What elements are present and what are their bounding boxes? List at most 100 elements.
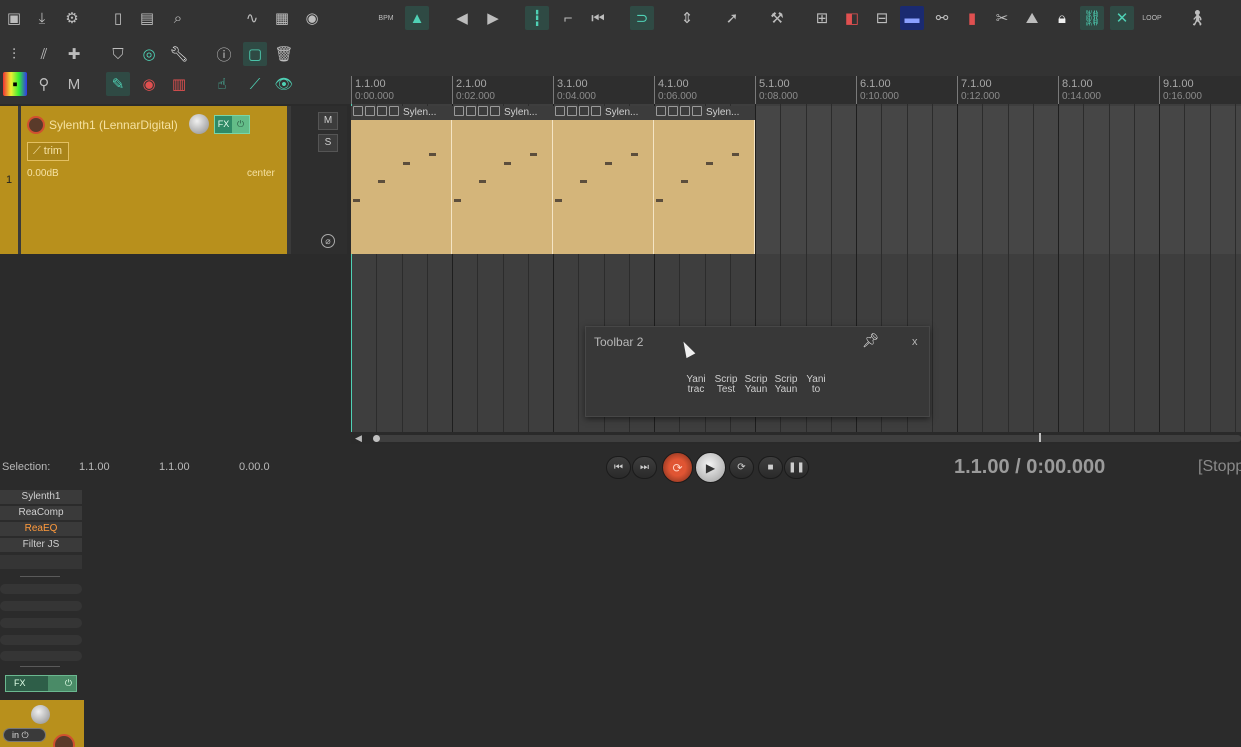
save-project-icon[interactable]: ▣ [2,6,26,30]
item-button-icon[interactable] [567,106,577,116]
item-button-icon[interactable] [353,106,363,116]
automation-icon[interactable]: ⫽ [32,42,56,66]
toolbar-2-window[interactable]: Toolbar 2 📌︎ x Yani trac Scrip Test Scrip Y… [585,326,930,417]
send-slot[interactable] [0,601,82,611]
link-icon[interactable]: ⚯ [930,6,954,30]
fx-slot-reacomp[interactable]: ReaComp [0,506,82,520]
item-button-icon[interactable] [591,106,601,116]
midi-item[interactable]: Sylen... [553,106,654,254]
fx-slot-empty[interactable] [0,555,82,569]
toolbar-2-button[interactable]: Scrip Test [713,375,739,395]
loop-icon[interactable]: ⊃ [630,6,654,30]
pan-knob[interactable] [31,705,50,724]
grid-icon[interactable]: ┇ [525,6,549,30]
selection-end[interactable]: 1.1.00 [159,461,190,473]
input-button[interactable]: in ⏻ [3,728,46,742]
item-button-icon[interactable] [377,106,387,116]
selection-length[interactable]: 0.00.0 [239,461,270,473]
add-icon[interactable]: ✚ [62,42,86,66]
send-slot[interactable] [0,618,82,628]
repeat-button[interactable]: ⟳ [729,456,754,479]
solo-button[interactable]: S [318,134,338,152]
guitar-pick-icon[interactable]: ⛉ [106,42,130,66]
routing-icon[interactable]: ⊟ [870,6,894,30]
toolbar-2-button[interactable]: Scrip Yaun [773,375,799,395]
stop-button[interactable]: ■ [758,456,783,479]
vertical-zoom-icon[interactable]: ⇕ [675,6,699,30]
magnifier-icon[interactable]: ⚲ [32,72,56,96]
project-settings-icon[interactable]: ⚙ [60,6,84,30]
automation-mode-button[interactable]: ⟋ trim [27,142,69,161]
swing-icon[interactable]: ⏮ [586,6,610,30]
bpm-icon[interactable]: BPM [374,6,398,30]
toolbar-2-button[interactable]: Yani to [803,375,829,395]
item-button-icon[interactable] [668,106,678,116]
horizontal-scrollbar[interactable]: ◀ [351,432,1241,444]
loop-points-icon[interactable]: LOOP [1140,6,1164,30]
toolbar-2-button[interactable]: Yani trac [683,375,709,395]
item-button-icon[interactable] [454,106,464,116]
meters-icon[interactable]: ▥ [167,72,191,96]
scroll-thumb[interactable] [373,435,1241,442]
chain-link-icon[interactable]: ⛓ [1080,6,1104,30]
trash-icon[interactable]: 🗑︎ [272,42,296,66]
track-1[interactable]: 1 Sylenth1 (LennarDigital) FX ⏻ ⟋ trim 0… [0,106,347,254]
track-name[interactable]: Sylenth1 (LennarDigital) [49,114,187,136]
prev-marker-icon[interactable]: ◀ [450,6,474,30]
phase-invert-icon[interactable]: ⌀ [321,234,335,248]
envelope-icon[interactable]: ⛰ [1020,6,1044,30]
fx-bypass-icon[interactable]: ⏻ [232,116,249,133]
item-button-icon[interactable] [692,106,702,116]
multi-track-icon[interactable]: ⫶ [2,42,26,66]
send-slot[interactable] [0,635,82,645]
grid-view-icon[interactable]: ⊞ [810,6,834,30]
walk-icon[interactable]: 🚶︎ [1185,6,1209,30]
midi-item[interactable]: Sylen... [654,106,755,254]
scroll-left-icon[interactable]: ◀ [355,433,362,444]
item-button-icon[interactable] [579,106,589,116]
open-project-icon[interactable]: ▤ [135,6,159,30]
mixer-fx-bypass-icon[interactable]: ⏻ [48,676,76,691]
hand-pointer-icon[interactable]: ☝ [210,72,234,96]
hammer-icon[interactable]: ⚒ [765,6,789,30]
ripple-edit-icon[interactable]: ▮ [960,6,984,30]
timeline-ruler[interactable]: 1.1.00 0:00.000 2.1.00 0:02.000 3.1.00 0:04… [351,76,1241,104]
eye-icon[interactable]: 👁︎ [272,72,296,96]
pause-button[interactable]: ❚❚ [784,456,809,479]
next-marker-icon[interactable]: ▶ [481,6,505,30]
mute-button[interactable]: M [318,112,338,130]
metronome-icon[interactable]: ▲ [405,6,429,30]
midi-item[interactable]: Sylen... [452,106,553,254]
record-arm-button[interactable] [27,116,45,134]
volume-knob[interactable] [189,114,209,134]
fx-button[interactable]: FX ⏻ [214,115,250,134]
item-button-icon[interactable] [656,106,666,116]
info-icon[interactable]: ⓘ [212,42,236,66]
close-button[interactable]: x [912,336,918,348]
scroll-zoom-handle[interactable] [373,435,380,442]
triplet-icon[interactable]: ⌐ [556,6,580,30]
pencil-tool-icon[interactable]: ✎ [106,72,130,96]
go-to-end-button[interactable]: ⏭ [632,456,657,479]
crossfade-icon[interactable]: ✕ [1110,6,1134,30]
item-button-icon[interactable] [466,106,476,116]
split-icon[interactable]: ✂ [990,6,1014,30]
fx-slot-sylenth1[interactable]: Sylenth1 [0,490,82,504]
color-picker-icon[interactable]: ▪ [3,72,27,96]
zoom-tool-icon[interactable]: ⌕ [166,6,190,30]
item-button-icon[interactable] [389,106,399,116]
plugin-icon[interactable]: ◎ [137,42,161,66]
item-button-icon[interactable] [555,106,565,116]
fx-slot-filter-js[interactable]: Filter JS [0,538,82,552]
new-project-icon[interactable]: ▯ [106,6,130,30]
item-button-icon[interactable] [478,106,488,116]
spectral-icon[interactable]: ∿ [240,6,264,30]
midi-item[interactable]: Sylen... [351,106,452,254]
m-icon[interactable]: M [62,72,86,96]
play-button[interactable]: ▶ [695,452,726,483]
midi-editor-icon[interactable]: ▦ [270,6,294,30]
go-to-start-button[interactable]: ⏮ [606,456,631,479]
record-arm-icon[interactable]: ◉ [137,72,161,96]
drum-icon[interactable]: ◉ [300,6,324,30]
mixer-fx-button[interactable]: FX ⏻ [5,675,77,692]
